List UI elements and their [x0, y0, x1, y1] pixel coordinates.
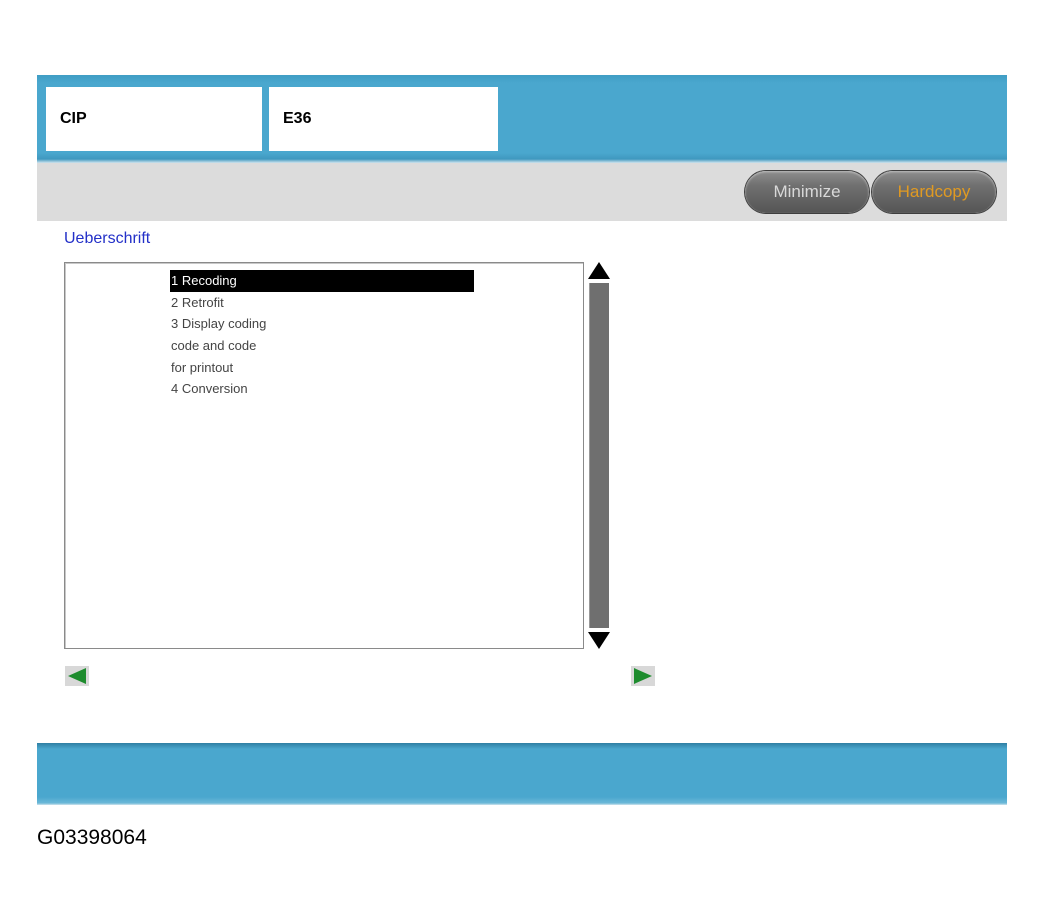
- list-item-label: for printout: [171, 359, 234, 375]
- page-heading: Ueberschrift: [64, 230, 151, 247]
- arrow-left-icon: [68, 668, 86, 684]
- list-item-label: 4 Conversion: [171, 381, 248, 397]
- menu-items: 1 Recoding 2 Retrofit 3 Display coding c…: [170, 270, 474, 400]
- hardcopy-button-label: Hardcopy: [897, 182, 971, 201]
- arrow-right-icon: [634, 668, 652, 684]
- menu-listbox[interactable]: 1 Recoding 2 Retrofit 3 Display coding c…: [64, 262, 584, 649]
- scrollbar-track[interactable]: [589, 283, 609, 628]
- scroll-up-icon[interactable]: [588, 262, 610, 279]
- scroll-down-icon[interactable]: [588, 632, 610, 649]
- header-field-model: E36: [269, 87, 498, 151]
- list-item-label: 2 Retrofit: [171, 294, 224, 310]
- list-scrollbar[interactable]: [588, 262, 610, 649]
- list-item-display-coding-line2[interactable]: code and code: [170, 335, 474, 357]
- header-bar: CIP E36: [37, 75, 1007, 163]
- list-item-retrofit[interactable]: 2 Retrofit: [170, 292, 474, 314]
- hardcopy-button[interactable]: Hardcopy: [872, 171, 996, 213]
- list-item-display-coding[interactable]: 3 Display coding: [170, 313, 474, 335]
- header-field-model-label: E36: [283, 110, 312, 127]
- toolbar: Minimize Hardcopy: [37, 163, 1007, 221]
- prev-page-button[interactable]: [65, 666, 89, 686]
- list-item-label: code and code: [171, 338, 257, 354]
- minimize-button-label: Minimize: [773, 182, 841, 201]
- header-field-cip-label: CIP: [60, 110, 87, 127]
- list-item-label: 3 Display coding: [171, 316, 267, 332]
- app-window: CIP E36 Minimize Hardcopy Ueberschrift 1…: [37, 75, 1007, 805]
- list-item-conversion[interactable]: 4 Conversion: [170, 378, 474, 400]
- list-item-display-coding-line3[interactable]: for printout: [170, 357, 474, 379]
- minimize-button[interactable]: Minimize: [745, 171, 869, 213]
- header-field-cip: CIP: [46, 87, 262, 151]
- next-page-button[interactable]: [631, 666, 655, 686]
- figure-caption: G03398064: [37, 826, 147, 849]
- footer-bar: [37, 743, 1007, 805]
- list-item-label: 1 Recoding: [171, 273, 237, 288]
- list-item-recoding[interactable]: 1 Recoding: [170, 270, 474, 292]
